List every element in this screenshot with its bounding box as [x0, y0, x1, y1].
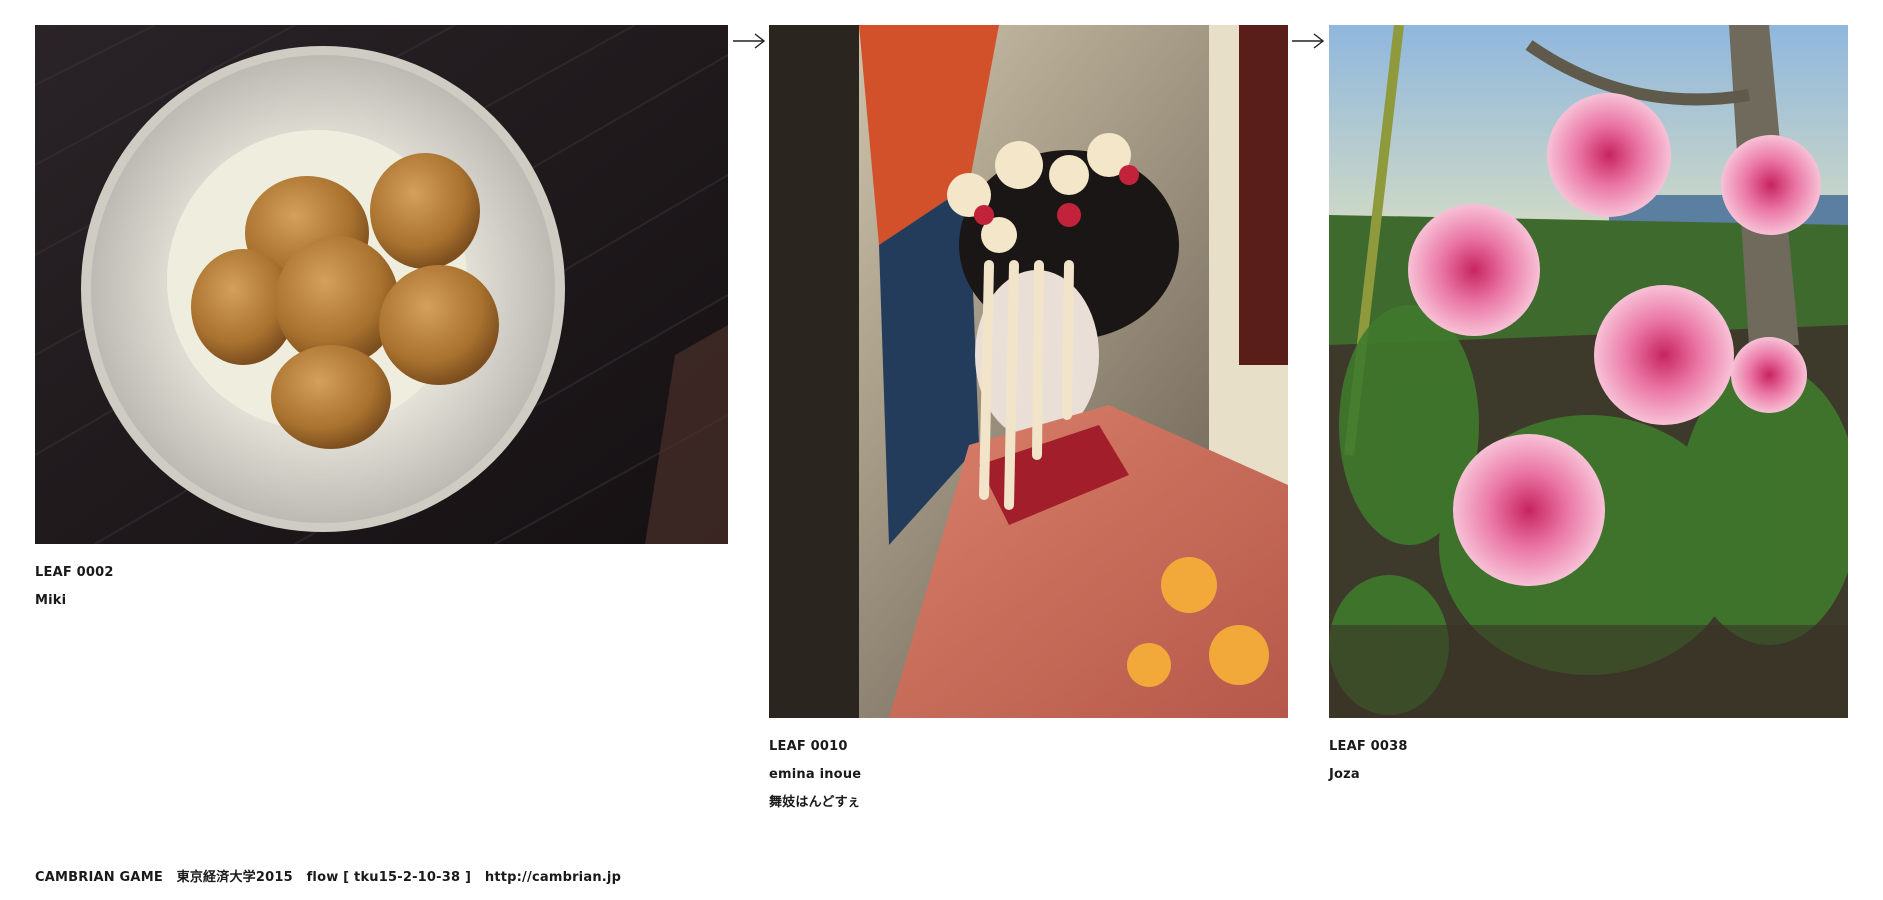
leaf-id: LEAF 0010	[769, 739, 848, 754]
footer-game-title[interactable]: CAMBRIAN GAME	[35, 870, 163, 885]
leaf-author[interactable]: emina inoue	[769, 761, 1288, 789]
right-arrow-icon	[1292, 33, 1325, 49]
footer: CAMBRIAN GAME 東京経済大学2015 flow [ tku15-2-…	[35, 866, 621, 885]
leaf-id: LEAF 0038	[1329, 739, 1408, 754]
right-arrow-icon	[733, 33, 766, 49]
footer-url-link[interactable]: http://cambrian.jp	[485, 870, 621, 885]
footer-flow: flow [ tku15-2-10-38 ]	[306, 870, 472, 885]
leaf-photo[interactable]	[35, 25, 728, 544]
leaf-author[interactable]: Joza	[1329, 761, 1848, 789]
leaf-card: LEAF 0038 Joza	[1329, 25, 1848, 789]
leaf-card: LEAF 0002 Miki	[35, 25, 728, 615]
leaf-author[interactable]: Miki	[35, 587, 728, 615]
leaf-card: LEAF 0010 emina inoue 舞妓はんどすぇ	[769, 25, 1288, 817]
leaf-title: 舞妓はんどすぇ	[769, 795, 861, 810]
footer-event: 東京経済大学2015	[176, 870, 293, 885]
leaf-photo[interactable]	[1329, 25, 1848, 718]
leaf-id: LEAF 0002	[35, 565, 114, 580]
leaf-photo[interactable]	[769, 25, 1288, 718]
